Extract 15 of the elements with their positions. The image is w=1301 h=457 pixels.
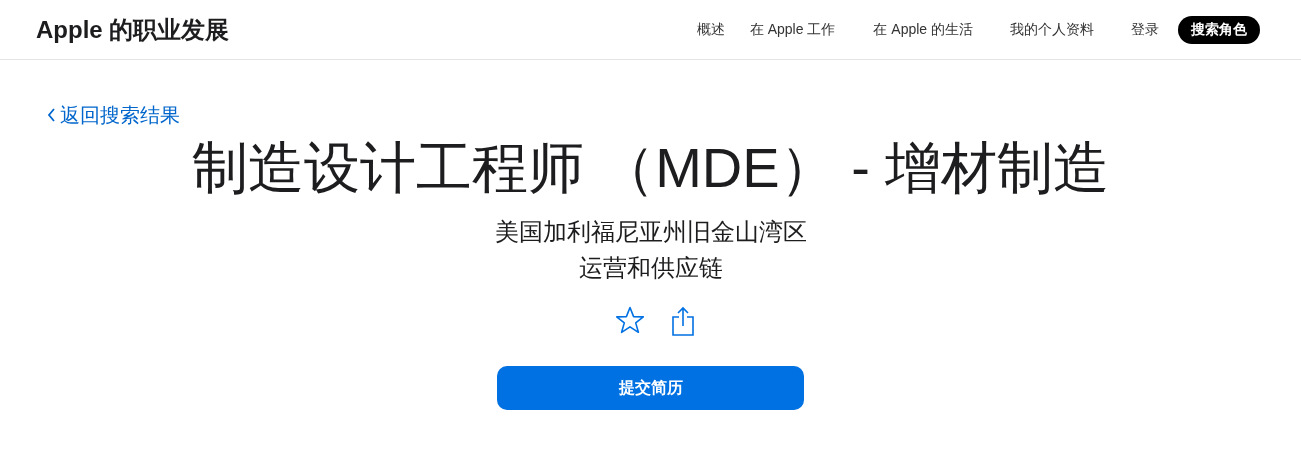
- share-icon[interactable]: [670, 306, 695, 336]
- star-icon[interactable]: [614, 306, 645, 334]
- job-team: 运营和供应链: [578, 253, 723, 283]
- back-link[interactable]: 返回搜索结果: [47, 100, 180, 130]
- nav-link[interactable]: 我的个人资料: [1010, 19, 1094, 40]
- nav-link[interactable]: 登录: [1131, 19, 1159, 40]
- site-logo[interactable]: Apple 的职业发展: [36, 11, 230, 48]
- submit-resume-button[interactable]: 提交简历: [497, 366, 804, 410]
- search-roles-button[interactable]: 搜索角色: [1178, 15, 1260, 44]
- job-title: 制造设计工程师 （MDE） - 增材制造: [191, 135, 1110, 201]
- nav-link[interactable]: 概述: [696, 19, 725, 40]
- chevron-left-icon: [47, 108, 56, 122]
- job-location: 美国加利福尼亚州旧金山湾区: [494, 217, 807, 247]
- nav-link[interactable]: 在 Apple 的生活: [873, 19, 973, 40]
- nav-link[interactable]: 在 Apple 工作: [749, 19, 836, 40]
